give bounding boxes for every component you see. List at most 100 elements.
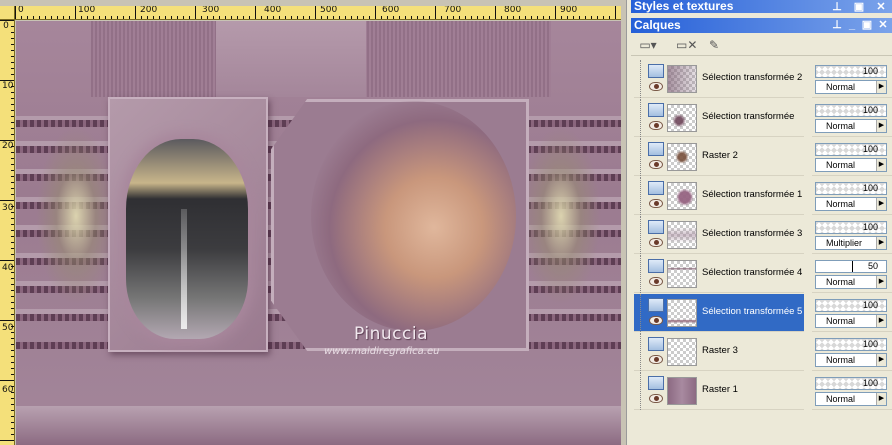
ruler-top-label: 300 [202,6,220,15]
restore-icon[interactable]: ▣ [853,1,865,13]
delete-layer-icon[interactable]: ▭✕ [675,37,697,53]
minimize-icon[interactable]: _ [846,19,858,31]
visibility-eye-icon[interactable] [649,121,663,130]
layer-name: Raster 2 [702,150,738,161]
opacity-field[interactable]: 100 [815,65,887,78]
layer-row[interactable]: Sélection transformée 4 [634,255,804,293]
layer-row[interactable]: Sélection transformée 2 [634,60,804,98]
blend-mode-value: Multiplier [826,238,863,248]
blend-mode-select[interactable]: Multiplier ▶ [815,236,887,250]
visibility-eye-icon[interactable] [649,238,663,247]
artwork-website: www.maidiregrafica.eu [324,346,440,357]
ruler-corner [0,6,15,20]
ruler-left: 0 100 200 300 400 500 600 [0,20,15,445]
visibility-eye-icon[interactable] [649,82,663,91]
edit-layer-icon[interactable]: ✎ [703,37,725,53]
layers-palette-title-text: Calques [634,18,681,32]
blend-mode-select[interactable]: Normal ▶ [815,314,887,328]
dropdown-arrow-icon[interactable]: ▶ [876,276,886,288]
ruler-top-label: 100 [78,6,96,15]
visibility-eye-icon[interactable] [649,277,663,286]
opacity-field[interactable]: 100 [815,182,887,195]
blend-mode-select[interactable]: Normal ▶ [815,158,887,172]
blend-mode-value: Normal [826,355,856,365]
layer-properties-list: 100 Normal ▶ 100 Normal ▶ 100 Normal ▶ 100 … [812,60,892,445]
layer-props-row: 100 Normal ▶ [812,177,892,215]
layer-type-icon [648,142,664,156]
layer-row[interactable]: Raster 1 [634,372,804,410]
opacity-field[interactable]: 100 [815,299,887,312]
ruler-left-label: 600 [2,385,14,395]
layer-row[interactable]: Raster 2 [634,138,804,176]
blend-mode-select[interactable]: Normal ▶ [815,119,887,133]
close-icon[interactable]: ✕ [877,19,889,31]
visibility-eye-icon[interactable] [649,199,663,208]
layer-row-selected[interactable]: Sélection transformée 5 [634,294,804,332]
pin-icon[interactable]: ⊥ [831,19,843,31]
artwork-glow-left [36,126,116,306]
dropdown-arrow-icon[interactable]: ▶ [876,354,886,366]
opacity-slider-handle[interactable] [852,261,853,272]
opacity-field[interactable]: 100 [815,221,887,234]
layer-name: Raster 3 [702,345,738,356]
layer-thumbnail [667,143,697,171]
layer-thumbnail [667,260,697,288]
dropdown-arrow-icon[interactable]: ▶ [876,237,886,249]
blend-mode-select[interactable]: Normal ▶ [815,275,887,289]
opacity-field[interactable]: 100 [815,143,887,156]
ruler-left-label: 300 [2,203,14,213]
dropdown-arrow-icon[interactable]: ▶ [876,315,886,327]
visibility-eye-icon[interactable] [649,355,663,364]
layer-row[interactable]: Sélection transformée 3 [634,216,804,254]
dropdown-arrow-icon[interactable]: ▶ [876,198,886,210]
blend-mode-value: Normal [826,121,856,131]
opacity-field[interactable]: 100 [815,104,887,117]
opacity-slider-field[interactable]: 50 [815,260,887,273]
close-icon[interactable]: ✕ [875,1,887,13]
ruler-left-label: 500 [2,323,14,333]
visibility-eye-icon[interactable] [649,394,663,403]
dropdown-arrow-icon[interactable]: ▶ [876,393,886,405]
blend-mode-select[interactable]: Normal ▶ [815,80,887,94]
blend-mode-value: Normal [826,394,856,404]
layer-type-icon [648,376,664,390]
opacity-field[interactable]: 100 [815,338,887,351]
layer-thumbnail [667,182,697,210]
ruler-left-label: 100 [2,81,14,91]
road-photo [126,139,248,339]
layer-props-row: 100 Multiplier ▶ [812,216,892,254]
layer-thumbnail [667,65,697,93]
blend-mode-select[interactable]: Normal ▶ [815,353,887,367]
layer-row[interactable]: Sélection transformée [634,99,804,137]
dropdown-arrow-icon[interactable]: ▶ [876,81,886,93]
layer-thumbnail [667,377,697,405]
layer-row[interactable]: Sélection transformée 1 [634,177,804,215]
new-layer-dropdown-button[interactable]: ▭▾ [633,37,663,53]
paint-app-window: 0 100 200 300 400 500 600 700 800 900 0 … [0,0,892,445]
layers-palette-title[interactable]: Calques ⊥ _ ▣ ✕ [631,18,892,33]
tree-connector [640,255,641,293]
styles-palette-title[interactable]: Styles et textures ⊥ ▣ ✕ [631,0,892,13]
dropdown-arrow-icon[interactable]: ▶ [876,120,886,132]
opacity-value: 50 [867,261,878,271]
layer-name: Raster 1 [702,384,738,395]
dropdown-arrow-icon[interactable]: ▶ [876,159,886,171]
layer-row[interactable]: Raster 3 [634,333,804,371]
visibility-eye-icon[interactable] [649,160,663,169]
blend-mode-value: Normal [826,82,856,92]
image-canvas[interactable]: Pinuccia www.maidiregrafica.eu [16,21,621,445]
blend-mode-select[interactable]: Normal ▶ [815,392,887,406]
restore-icon[interactable]: ▣ [861,19,873,31]
layer-thumbnail [667,221,697,249]
opacity-field[interactable]: 100 [815,377,887,390]
tree-connector [640,333,641,371]
blend-mode-value: Normal [826,199,856,209]
layer-props-row: 100 Normal ▶ [812,294,892,332]
blend-mode-value: Normal [826,277,856,287]
layer-props-row: 100 Normal ▶ [812,333,892,371]
blend-mode-select[interactable]: Normal ▶ [815,197,887,211]
visibility-eye-icon[interactable] [649,316,663,325]
pin-icon[interactable]: ⊥ [831,1,843,13]
artwork-bottom-strip [16,406,621,445]
layer-type-icon [648,181,664,195]
